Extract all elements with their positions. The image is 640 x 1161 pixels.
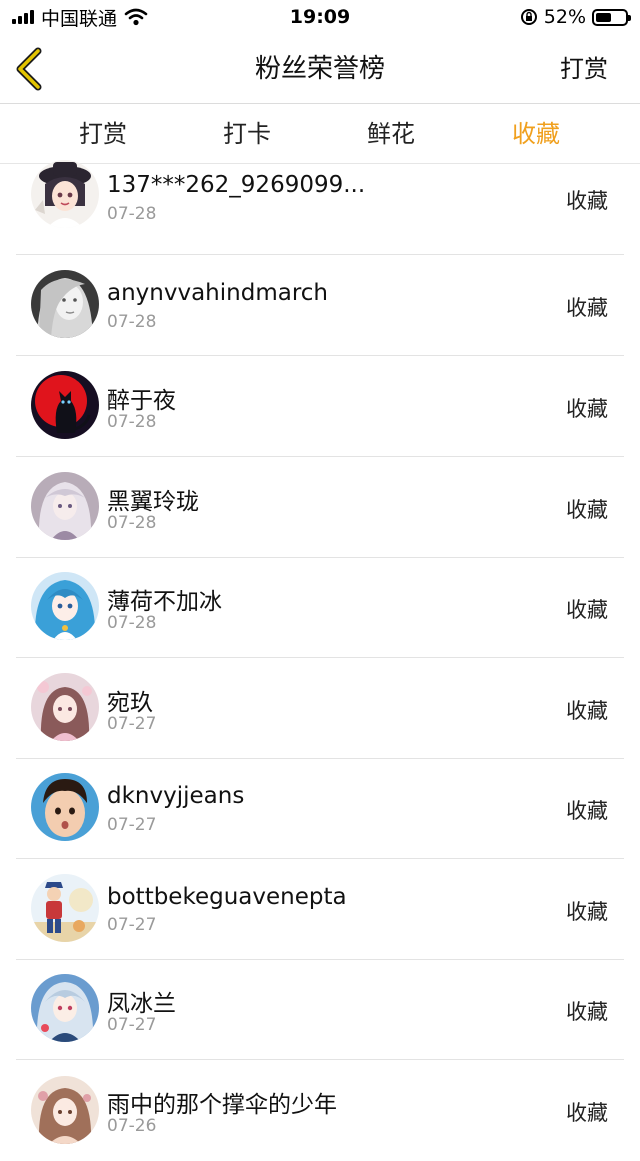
list-item[interactable]: 醉于夜 07-28 收藏 bbox=[0, 356, 640, 457]
action-label: 收藏 bbox=[566, 1101, 608, 1125]
item-date: 07-27 bbox=[107, 815, 157, 835]
battery-level bbox=[596, 12, 611, 22]
lock-rotation-icon bbox=[520, 9, 537, 25]
action-label: 收藏 bbox=[566, 799, 608, 823]
avatar[interactable] bbox=[31, 270, 99, 338]
action-label: 收藏 bbox=[566, 498, 608, 522]
avatar[interactable] bbox=[31, 371, 99, 439]
action-label: 收藏 bbox=[566, 189, 608, 213]
battery-percent: 52% bbox=[543, 6, 586, 28]
list-item[interactable]: 137***262_9269099... 07-28 收藏 bbox=[0, 154, 640, 255]
reward-button[interactable]: 打赏 bbox=[560, 34, 608, 104]
status-bar: 中国联通 19:09 52% bbox=[0, 0, 640, 34]
list-item[interactable]: 凤冰兰 07-27 收藏 bbox=[0, 959, 640, 1060]
item-date: 07-27 bbox=[107, 1015, 157, 1035]
item-date: 07-27 bbox=[107, 915, 157, 935]
list-item[interactable]: 宛玖 07-27 收藏 bbox=[0, 658, 640, 759]
item-date: 07-28 bbox=[107, 613, 157, 633]
avatar[interactable] bbox=[31, 1076, 99, 1144]
list-item[interactable]: 薄荷不加冰 07-28 收藏 bbox=[0, 557, 640, 658]
user-name: bottbekeguavenepta bbox=[107, 884, 347, 910]
avatar[interactable] bbox=[31, 160, 99, 228]
user-name: 黑翼玲珑 bbox=[107, 489, 199, 515]
user-name: 薄荷不加冰 bbox=[107, 589, 222, 615]
list-item[interactable]: dknvyjjeans 07-27 收藏 bbox=[0, 758, 640, 859]
user-name: dknvyjjeans bbox=[107, 783, 245, 809]
action-label: 收藏 bbox=[566, 1000, 608, 1024]
avatar[interactable] bbox=[31, 974, 99, 1042]
status-left: 中国联通 bbox=[0, 4, 148, 31]
status-time: 19:09 bbox=[289, 6, 351, 28]
action-label: 收藏 bbox=[566, 900, 608, 924]
action-label: 收藏 bbox=[566, 296, 608, 320]
list-item[interactable]: 黑翼玲珑 07-28 收藏 bbox=[0, 457, 640, 558]
item-date: 07-27 bbox=[107, 714, 157, 734]
nav-bar: 粉丝荣誉榜 打赏 bbox=[0, 34, 640, 104]
user-name: anynvvahindmarch bbox=[107, 280, 328, 306]
avatar[interactable] bbox=[31, 773, 99, 841]
action-label: 收藏 bbox=[566, 598, 608, 622]
chevron-left-icon bbox=[16, 47, 42, 91]
avatar[interactable] bbox=[31, 673, 99, 741]
user-name: 醉于夜 bbox=[107, 388, 176, 414]
action-label: 收藏 bbox=[566, 397, 608, 421]
page-title: 粉丝荣誉榜 bbox=[254, 54, 385, 84]
user-name: 凤冰兰 bbox=[107, 991, 176, 1017]
user-name: 宛玖 bbox=[107, 690, 153, 716]
list-item[interactable]: 雨中的那个撑伞的少年 07-26 收藏 bbox=[0, 1060, 640, 1161]
avatar[interactable] bbox=[31, 874, 99, 942]
avatar[interactable] bbox=[31, 472, 99, 540]
status-right: 52% bbox=[520, 6, 640, 28]
list-item[interactable]: anynvvahindmarch 07-28 收藏 bbox=[0, 255, 640, 356]
action-label: 收藏 bbox=[566, 699, 608, 723]
item-date: 07-28 bbox=[107, 412, 157, 432]
wifi-icon bbox=[124, 8, 148, 26]
list-item[interactable]: bottbekeguavenepta 07-27 收藏 bbox=[0, 859, 640, 960]
item-date: 07-28 bbox=[107, 312, 157, 332]
item-date: 07-28 bbox=[107, 204, 157, 224]
item-date: 07-26 bbox=[107, 1116, 157, 1136]
user-name: 137***262_9269099... bbox=[107, 172, 366, 198]
signal-icon bbox=[12, 10, 34, 24]
item-date: 07-28 bbox=[107, 513, 157, 533]
battery-icon bbox=[592, 8, 631, 26]
user-name: 雨中的那个撑伞的少年 bbox=[107, 1092, 337, 1118]
carrier-label: 中国联通 bbox=[41, 7, 118, 30]
avatar[interactable] bbox=[31, 572, 99, 640]
back-button[interactable] bbox=[12, 47, 52, 91]
